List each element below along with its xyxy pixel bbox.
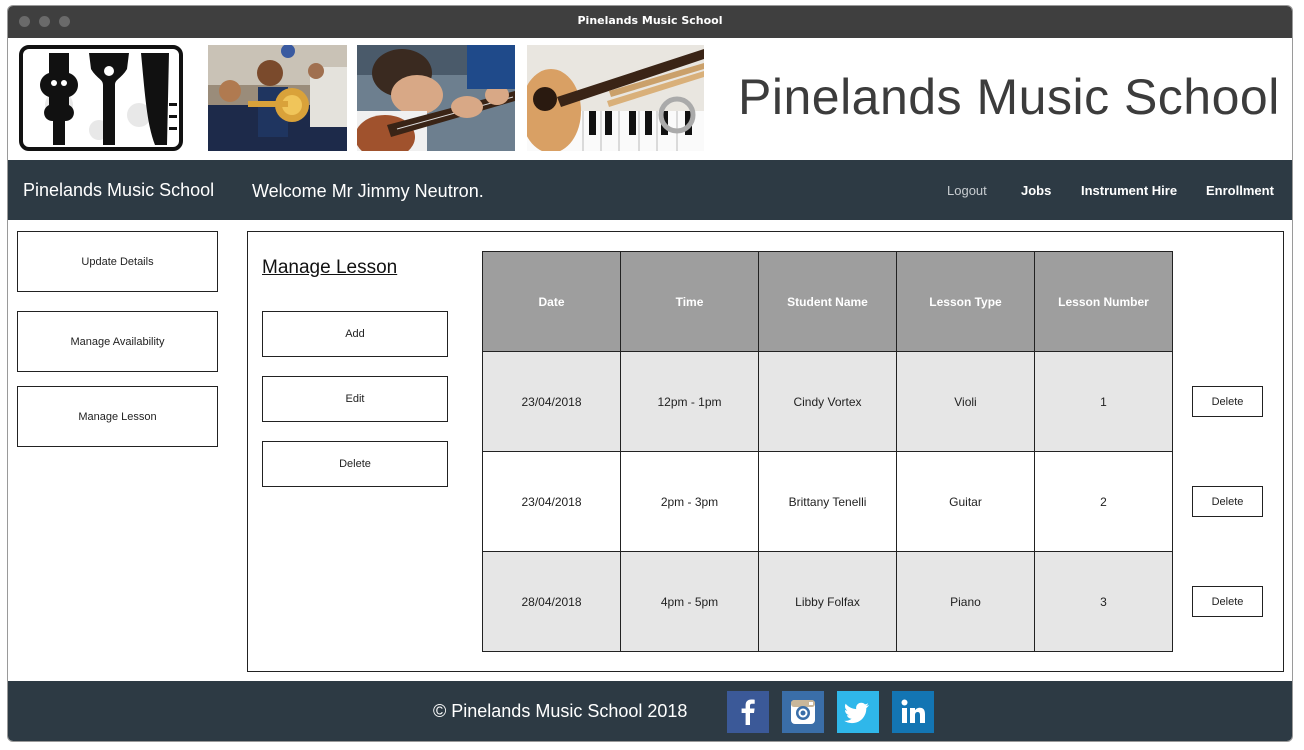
column-header-lesson-number[interactable]: Lesson Number bbox=[1034, 251, 1173, 352]
sidebar-item-manage-lesson[interactable]: Manage Lesson bbox=[17, 386, 218, 447]
linkedin-icon[interactable] bbox=[892, 691, 934, 733]
edit-button-label: Edit bbox=[345, 393, 365, 405]
cell-lesson-type: Guitar bbox=[896, 451, 1035, 552]
cell-student-name: Cindy Vortex bbox=[758, 351, 897, 452]
app-window: Pinelands Music School Pinelands Music S… bbox=[7, 5, 1293, 742]
copyright-text: © Pinelands Music School 2018 bbox=[433, 701, 688, 721]
window-title: Pinelands Music School bbox=[577, 14, 723, 27]
add-button-label: Add bbox=[345, 328, 365, 340]
delete-lesson-button[interactable]: Delete bbox=[262, 441, 448, 487]
instruments-photo bbox=[527, 45, 704, 151]
cell-student-name: Libby Folfax bbox=[758, 551, 897, 652]
delete-button-label: Delete bbox=[339, 458, 371, 470]
add-lesson-button[interactable]: Add bbox=[262, 311, 448, 357]
sidebar-item-update-details[interactable]: Update Details bbox=[17, 231, 218, 292]
column-header-student-name[interactable]: Student Name bbox=[758, 251, 897, 352]
sidebar-item-label: Update Details bbox=[81, 255, 154, 268]
cell-lesson-type: Piano bbox=[896, 551, 1035, 652]
column-header-lesson-type[interactable]: Lesson Type bbox=[896, 251, 1035, 352]
cell-time: 2pm - 3pm bbox=[620, 451, 759, 552]
instagram-icon[interactable] bbox=[782, 691, 824, 733]
row-delete-button[interactable]: Delete bbox=[1192, 586, 1263, 617]
cell-lesson-type: Violi bbox=[896, 351, 1035, 452]
school-logo bbox=[19, 45, 183, 151]
cell-date: 23/04/2018 bbox=[482, 351, 621, 452]
nav-instrument-hire-link[interactable]: Instrument Hire bbox=[1081, 183, 1177, 198]
welcome-message: Welcome Mr Jimmy Neutron. bbox=[252, 181, 484, 201]
sidebar-item-label: Manage Availability bbox=[70, 335, 165, 348]
nav-brand[interactable]: Pinelands Music School bbox=[23, 180, 214, 201]
page-title: Manage Lesson bbox=[262, 257, 398, 278]
title-bar: Pinelands Music School bbox=[8, 6, 1292, 38]
sidebar-item-manage-availability[interactable]: Manage Availability bbox=[17, 311, 218, 372]
banner-title: Pinelands Music School bbox=[738, 69, 1280, 125]
table-header-row: Date Time Student Name Lesson Type Lesso… bbox=[482, 251, 1173, 352]
cell-date: 23/04/2018 bbox=[482, 451, 621, 552]
cell-lesson-number: 1 bbox=[1034, 351, 1173, 452]
facebook-icon[interactable] bbox=[727, 691, 769, 733]
table-row[interactable]: 23/04/2018 12pm - 1pm Cindy Vortex Violi… bbox=[482, 351, 1173, 452]
top-navbar: Pinelands Music School Welcome Mr Jimmy … bbox=[8, 160, 1292, 220]
table-row[interactable]: 28/04/2018 4pm - 5pm Libby Folfax Piano … bbox=[482, 551, 1173, 652]
nav-logout-link[interactable]: Logout bbox=[947, 183, 987, 198]
cell-lesson-number: 3 bbox=[1034, 551, 1173, 652]
cell-time: 4pm - 5pm bbox=[620, 551, 759, 652]
cell-time: 12pm - 1pm bbox=[620, 351, 759, 452]
cell-lesson-number: 2 bbox=[1034, 451, 1173, 552]
column-header-date[interactable]: Date bbox=[482, 251, 621, 352]
column-header-time[interactable]: Time bbox=[620, 251, 759, 352]
cell-date: 28/04/2018 bbox=[482, 551, 621, 652]
twitter-icon[interactable] bbox=[837, 691, 879, 733]
cell-student-name: Brittany Tenelli bbox=[758, 451, 897, 552]
nav-jobs-link[interactable]: Jobs bbox=[1021, 183, 1051, 198]
table-row[interactable]: 23/04/2018 2pm - 3pm Brittany Tenelli Gu… bbox=[482, 451, 1173, 552]
guitar-student-photo bbox=[357, 45, 515, 151]
trumpet-students-photo bbox=[208, 45, 347, 151]
manage-lesson-panel: Manage Lesson Add Edit Delete Date Time … bbox=[247, 231, 1284, 672]
sidebar-item-label: Manage Lesson bbox=[78, 410, 157, 423]
row-delete-button[interactable]: Delete bbox=[1192, 486, 1263, 517]
lessons-table: Date Time Student Name Lesson Type Lesso… bbox=[482, 251, 1173, 652]
edit-lesson-button[interactable]: Edit bbox=[262, 376, 448, 422]
row-delete-button[interactable]: Delete bbox=[1192, 386, 1263, 417]
nav-enrollment-link[interactable]: Enrollment bbox=[1206, 183, 1274, 198]
site-footer: © Pinelands Music School 2018 bbox=[8, 681, 1292, 741]
site-banner: Pinelands Music School bbox=[8, 38, 1292, 160]
